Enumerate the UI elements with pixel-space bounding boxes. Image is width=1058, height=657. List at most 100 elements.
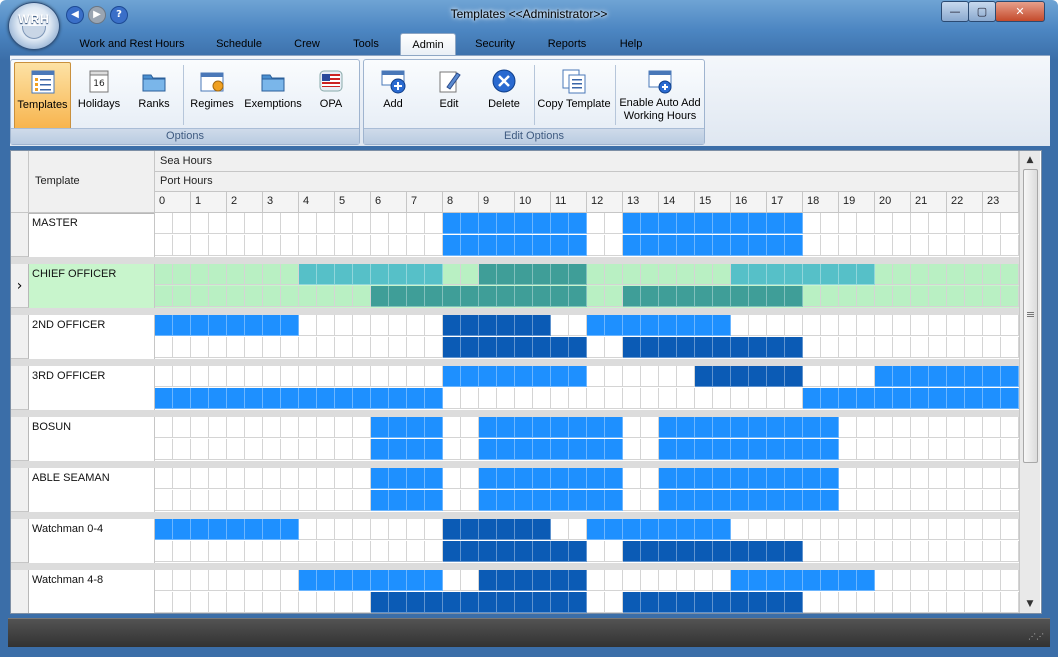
half-hour-cell[interactable] (461, 468, 479, 489)
half-hour-cell[interactable] (641, 315, 659, 336)
half-hour-cell[interactable] (731, 213, 749, 234)
half-hour-cell[interactable] (479, 592, 497, 613)
half-hour-cell[interactable] (713, 417, 731, 438)
half-hour-cell[interactable] (1001, 235, 1019, 256)
half-hour-cell[interactable] (299, 519, 317, 540)
half-hour-cell[interactable] (749, 592, 767, 613)
half-hour-cell[interactable] (245, 315, 263, 336)
half-hour-cell[interactable] (893, 490, 911, 511)
half-hour-cell[interactable] (713, 315, 731, 336)
half-hour-cell[interactable] (821, 468, 839, 489)
app-logo-button[interactable]: WRH (8, 2, 60, 50)
half-hour-cell[interactable] (263, 264, 281, 285)
half-hour-cell[interactable] (443, 570, 461, 591)
half-hour-cell[interactable] (713, 286, 731, 307)
half-hour-cell[interactable] (623, 439, 641, 460)
half-hour-cell[interactable] (227, 490, 245, 511)
half-hour-cell[interactable] (605, 592, 623, 613)
half-hour-cell[interactable] (227, 315, 245, 336)
half-hour-cell[interactable] (173, 468, 191, 489)
half-hour-cell[interactable] (191, 592, 209, 613)
half-hour-cell[interactable] (263, 439, 281, 460)
half-hour-cell[interactable] (695, 315, 713, 336)
half-hour-cell[interactable] (605, 468, 623, 489)
half-hour-cell[interactable] (515, 388, 533, 409)
half-hour-cell[interactable] (641, 235, 659, 256)
half-hour-cell[interactable] (965, 417, 983, 438)
half-hour-cell[interactable] (389, 468, 407, 489)
half-hour-cell[interactable] (1001, 570, 1019, 591)
half-hour-cell[interactable] (407, 570, 425, 591)
half-hour-cell[interactable] (461, 213, 479, 234)
half-hour-cell[interactable] (911, 366, 929, 387)
half-hour-cell[interactable] (641, 519, 659, 540)
half-hour-cell[interactable] (173, 592, 191, 613)
half-hour-cell[interactable] (803, 388, 821, 409)
half-hour-cell[interactable] (983, 570, 1001, 591)
half-hour-cell[interactable] (875, 337, 893, 358)
half-hour-cell[interactable] (839, 264, 857, 285)
half-hour-cell[interactable] (389, 417, 407, 438)
half-hour-cell[interactable] (281, 366, 299, 387)
half-hour-cell[interactable] (191, 235, 209, 256)
half-hour-cell[interactable] (677, 417, 695, 438)
half-hour-cell[interactable] (245, 417, 263, 438)
row-selector[interactable] (11, 417, 29, 461)
half-hour-cell[interactable] (749, 541, 767, 562)
half-hour-cell[interactable] (893, 286, 911, 307)
half-hour-cell[interactable] (317, 264, 335, 285)
half-hour-cell[interactable] (227, 213, 245, 234)
row-selector[interactable] (11, 213, 29, 257)
half-hour-cell[interactable] (785, 366, 803, 387)
half-hour-cell[interactable] (317, 315, 335, 336)
half-hour-cell[interactable] (389, 592, 407, 613)
half-hour-cell[interactable] (731, 417, 749, 438)
half-hour-cell[interactable] (317, 235, 335, 256)
half-hour-cell[interactable] (353, 468, 371, 489)
half-hour-cell[interactable] (605, 366, 623, 387)
half-hour-cell[interactable] (515, 519, 533, 540)
half-hour-cell[interactable] (785, 570, 803, 591)
half-hour-cell[interactable] (911, 490, 929, 511)
half-hour-cell[interactable] (227, 592, 245, 613)
opa-button[interactable]: OPA (309, 62, 353, 128)
half-hour-cell[interactable] (479, 417, 497, 438)
half-hour-cell[interactable] (1001, 439, 1019, 460)
half-hour-cell[interactable] (335, 439, 353, 460)
half-hour-cell[interactable] (839, 519, 857, 540)
ranks-button[interactable]: Ranks (129, 62, 179, 128)
half-hour-cell[interactable] (947, 315, 965, 336)
half-hour-cell[interactable] (209, 366, 227, 387)
half-hour-cell[interactable] (767, 541, 785, 562)
half-hour-cell[interactable] (533, 213, 551, 234)
half-hour-cell[interactable] (299, 468, 317, 489)
half-hour-cell[interactable] (533, 235, 551, 256)
half-hour-cell[interactable] (551, 468, 569, 489)
half-hour-cell[interactable] (929, 315, 947, 336)
half-hour-cell[interactable] (497, 519, 515, 540)
half-hour-cell[interactable] (155, 592, 173, 613)
half-hour-cell[interactable] (605, 490, 623, 511)
half-hour-cell[interactable] (227, 235, 245, 256)
half-hour-cell[interactable] (749, 366, 767, 387)
half-hour-cell[interactable] (767, 213, 785, 234)
half-hour-cell[interactable] (605, 541, 623, 562)
half-hour-cell[interactable] (677, 519, 695, 540)
tab-work-and-rest-hours[interactable]: Work and Rest Hours (72, 33, 192, 55)
half-hour-cell[interactable] (623, 366, 641, 387)
half-hour-cell[interactable] (623, 213, 641, 234)
half-hour-cell[interactable] (659, 337, 677, 358)
half-hour-cell[interactable] (659, 235, 677, 256)
half-hour-cell[interactable] (443, 439, 461, 460)
half-hour-cell[interactable] (1001, 315, 1019, 336)
half-hour-cell[interactable] (407, 541, 425, 562)
half-hour-cell[interactable] (263, 570, 281, 591)
half-hour-cell[interactable] (983, 592, 1001, 613)
half-hour-cell[interactable] (425, 592, 443, 613)
half-hour-cell[interactable] (767, 468, 785, 489)
half-hour-cell[interactable] (659, 541, 677, 562)
row-selector[interactable] (11, 468, 29, 512)
half-hour-cell[interactable] (803, 235, 821, 256)
half-hour-cell[interactable] (803, 213, 821, 234)
half-hour-cell[interactable] (209, 286, 227, 307)
